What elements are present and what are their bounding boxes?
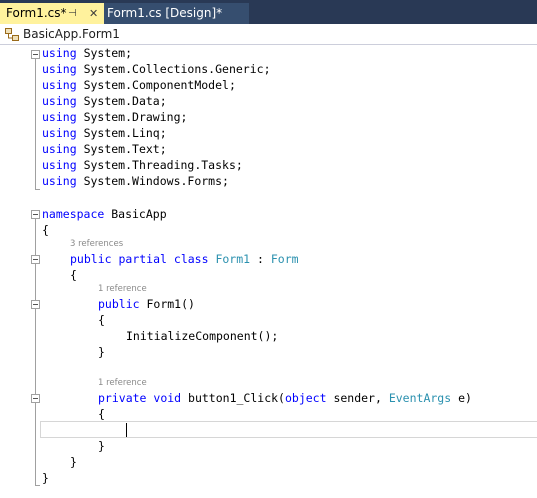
code-line: using System.Drawing;: [42, 110, 188, 124]
code-line: using System.Windows.Forms;: [42, 174, 229, 188]
text-caret: [126, 423, 127, 437]
collapse-method-icon[interactable]: [31, 394, 40, 403]
navigation-bar[interactable]: BasicApp.Form1: [0, 24, 537, 45]
code-line: {: [42, 223, 49, 237]
code-line: using System.ComponentModel;: [42, 78, 236, 92]
collapse-usings-icon[interactable]: [31, 50, 40, 59]
class-icon: [5, 28, 19, 41]
code-line: namespace BasicApp: [42, 207, 167, 221]
document-tab-bar: Form1.cs* ⊣ ✕ Form1.cs [Design]*: [0, 0, 537, 24]
code-editor[interactable]: using System; using System.Collections.G…: [0, 45, 537, 498]
code-line: }: [98, 345, 105, 359]
tab-form1-cs[interactable]: Form1.cs* ⊣ ✕: [0, 3, 104, 24]
collapse-class-icon[interactable]: [31, 255, 40, 264]
navigation-scope-label: BasicApp.Form1: [23, 27, 120, 41]
pin-icon[interactable]: ⊣: [68, 3, 77, 24]
code-line: public Form1(): [98, 297, 195, 311]
code-line: }: [98, 439, 105, 453]
tab-form1-design[interactable]: Form1.cs [Design]*: [104, 3, 249, 24]
collapse-namespace-icon[interactable]: [31, 210, 40, 219]
code-line: }: [70, 455, 77, 469]
references-codelens[interactable]: 1 reference: [98, 377, 147, 389]
code-line: {: [70, 268, 77, 282]
code-line: public partial class Form1 : Form: [70, 252, 299, 266]
tab-form1-design-label: Form1.cs [Design]*: [107, 6, 223, 20]
current-line-highlight: [40, 421, 537, 438]
references-codelens[interactable]: 1 reference: [98, 283, 147, 295]
collapse-constructor-icon[interactable]: [31, 300, 40, 309]
code-line: }: [42, 471, 49, 485]
outline-guide-end: [35, 485, 40, 486]
tab-form1-cs-label: Form1.cs*: [6, 6, 67, 20]
code-line: using System.Collections.Generic;: [42, 62, 271, 76]
code-line: using System.Text;: [42, 142, 167, 156]
code-line: {: [98, 407, 105, 421]
code-line: using System.Linq;: [42, 126, 167, 140]
code-line: {: [98, 313, 105, 327]
outline-guide-end: [35, 189, 40, 190]
code-line: private void button1_Click(object sender…: [98, 391, 472, 405]
code-line: using System.Threading.Tasks;: [42, 158, 243, 172]
references-codelens[interactable]: 3 references: [70, 238, 123, 250]
code-line: using System;: [42, 46, 133, 60]
code-line: InitializeComponent();: [126, 329, 279, 343]
close-icon[interactable]: ✕: [89, 3, 98, 24]
code-line: using System.Data;: [42, 94, 167, 108]
outline-guide: [35, 59, 36, 189]
